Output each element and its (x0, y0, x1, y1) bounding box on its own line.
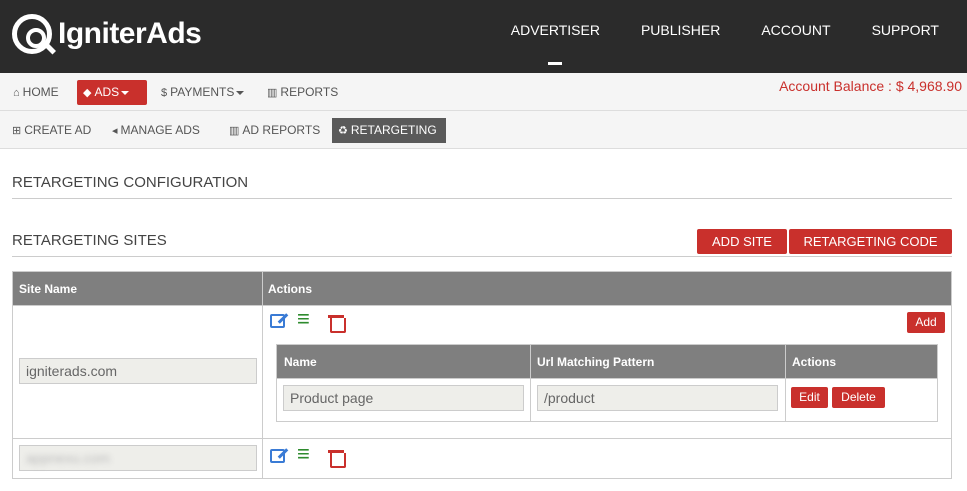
tab-ad-reports[interactable]: ▥ AD REPORTS (223, 118, 328, 143)
col-actions: Actions (792, 355, 837, 369)
list-icon[interactable] (296, 306, 316, 332)
sub-nav: ⌂ HOME ◆ ADS $ PAYMENTS ▥ REPORTS Account Ba… (0, 73, 967, 111)
subnav-home[interactable]: ⌂ HOME (7, 80, 65, 105)
site-name-field: appnexu.com (19, 445, 257, 471)
col-site-name: Site Name (19, 282, 78, 296)
tab-retargeting[interactable]: ♻ RETARGETING (332, 118, 446, 143)
delete-button[interactable]: Delete (832, 387, 885, 408)
chevron-down-icon (236, 90, 245, 95)
divider (12, 198, 952, 199)
trash-icon[interactable] (327, 314, 347, 333)
col-name: Name (284, 355, 317, 369)
col-actions: Actions (268, 282, 313, 296)
trash-icon[interactable] (327, 449, 347, 468)
logo-text: IgniterAds (58, 17, 202, 50)
megaphone-icon: ◂ (112, 125, 118, 137)
row-actions (270, 306, 358, 333)
chevron-down-icon (121, 90, 130, 95)
add-site-button[interactable]: ADD SITE (697, 229, 787, 254)
main-nav: ADVERTISER PUBLISHER ACCOUNT SUPPORT (470, 0, 939, 73)
dollar-icon: $ (161, 87, 168, 99)
logo-icon (12, 14, 52, 54)
brand-logo[interactable]: IgniterAds (12, 14, 202, 54)
pattern-url-field: /product (537, 385, 778, 411)
nav-publisher[interactable]: PUBLISHER (641, 0, 720, 60)
tab-create-ad[interactable]: ⊞ CREATE AD (6, 118, 99, 143)
table-header: Name Url Matching Pattern Actions (277, 345, 937, 379)
divider (12, 256, 952, 257)
subnav-reports[interactable]: ▥ REPORTS (261, 80, 344, 105)
col-url-pattern: Url Matching Pattern (537, 355, 655, 369)
subnav-payments[interactable]: $ PAYMENTS (155, 80, 250, 105)
nav-advertiser[interactable]: ADVERTISER (511, 0, 600, 65)
tab-manage-ads[interactable]: ◂ MANAGE ADS (106, 118, 208, 143)
recycle-icon: ♻ (338, 125, 348, 137)
table-row: Product page /product Edit Delete (277, 379, 937, 421)
row-actions (270, 441, 358, 468)
edit-icon[interactable] (270, 449, 285, 463)
edit-icon[interactable] (270, 314, 285, 328)
ads-sub-nav: ⊞ CREATE AD ◂ MANAGE ADS ▥ AD REPORTS ♻ RETA… (0, 111, 967, 149)
nav-account[interactable]: ACCOUNT (761, 0, 830, 60)
plus-square-icon: ⊞ (12, 125, 22, 137)
retargeting-code-button[interactable]: RETARGETING CODE (789, 229, 952, 254)
add-pattern-button[interactable]: Add (907, 312, 945, 333)
home-icon: ⌂ (13, 87, 20, 99)
table-header: Site Name Actions (13, 272, 951, 306)
account-balance: Account Balance : $ 4,968.90 (779, 78, 962, 94)
nav-support[interactable]: SUPPORT (872, 0, 939, 60)
bar-chart-icon: ▥ (229, 125, 240, 137)
url-patterns-table: Name Url Matching Pattern Actions Produc… (276, 344, 938, 422)
section-title-sites: RETARGETING SITES (12, 232, 167, 249)
tag-icon: ◆ (83, 87, 92, 99)
pattern-name-field: Product page (283, 385, 524, 411)
subnav-ads[interactable]: ◆ ADS (77, 80, 147, 105)
site-name-field: igniterads.com (19, 358, 257, 384)
bar-chart-icon: ▥ (267, 87, 278, 99)
section-title-config: RETARGETING CONFIGURATION (12, 174, 249, 191)
list-icon[interactable] (296, 441, 316, 467)
top-bar: IgniterAds ADVERTISER PUBLISHER ACCOUNT … (0, 0, 967, 73)
table-row: appnexu.com (13, 438, 951, 478)
edit-button[interactable]: Edit (791, 387, 828, 408)
